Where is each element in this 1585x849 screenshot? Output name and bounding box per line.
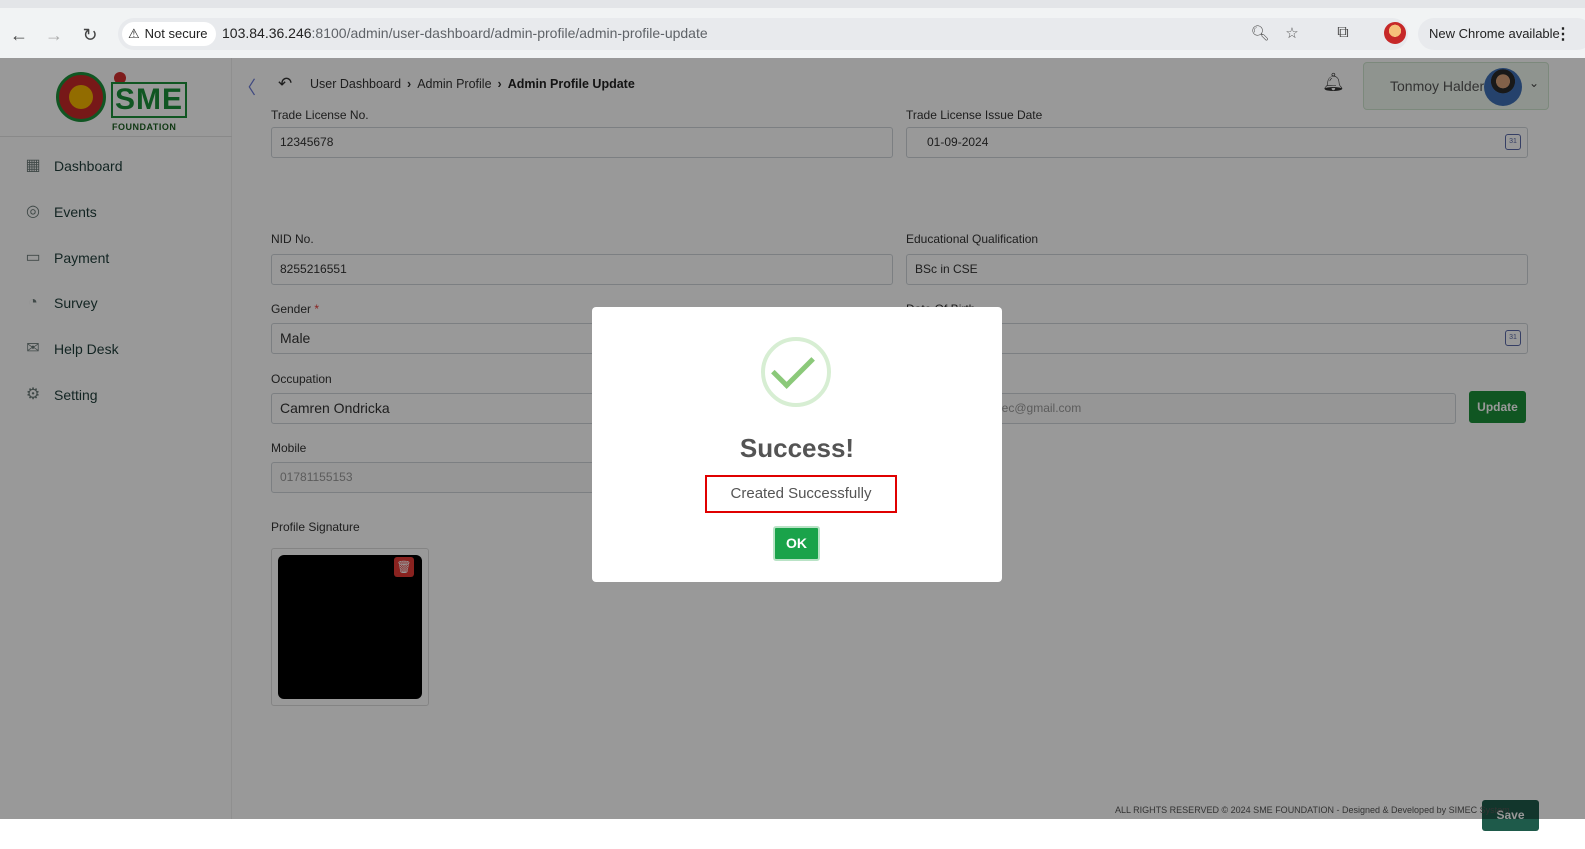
forward-arrow-icon[interactable]: →: [43, 24, 65, 46]
zoom-icon[interactable]: 🔍︎: [1250, 24, 1270, 44]
success-check-icon: [761, 337, 831, 407]
url-host: 103.84.36.246: [222, 25, 312, 41]
url-text[interactable]: 103.84.36.246:8100/admin/user-dashboard/…: [222, 25, 708, 41]
security-label: Not secure: [144, 26, 208, 41]
warning-icon: ⚠: [128, 26, 140, 41]
url-path: :8100/admin/user-dashboard/admin-profile…: [311, 25, 708, 41]
ok-button[interactable]: OK: [773, 526, 820, 561]
dialog-message: Created Successfully: [705, 475, 897, 513]
reload-icon[interactable]: ↻: [79, 24, 101, 46]
browser-toolbar: ← → ↻ ⚠ Not secure 103.84.36.246:8100/ad…: [0, 0, 1585, 58]
browser-menu-icon[interactable]: ⋮: [1555, 24, 1571, 44]
bookmark-star-icon[interactable]: ☆: [1282, 24, 1302, 44]
security-chip[interactable]: ⚠ Not secure: [122, 22, 216, 46]
back-arrow-icon[interactable]: ←: [8, 24, 30, 46]
dialog-title: Success!: [739, 433, 855, 463]
extensions-icon[interactable]: ⧉: [1332, 24, 1354, 46]
browser-profile-avatar[interactable]: [1384, 22, 1406, 44]
success-dialog: Success! Created Successfully OK: [592, 307, 1002, 582]
tab-strip: [0, 0, 1585, 8]
address-bar[interactable]: ⚠ Not secure 103.84.36.246:8100/admin/us…: [118, 18, 1408, 50]
